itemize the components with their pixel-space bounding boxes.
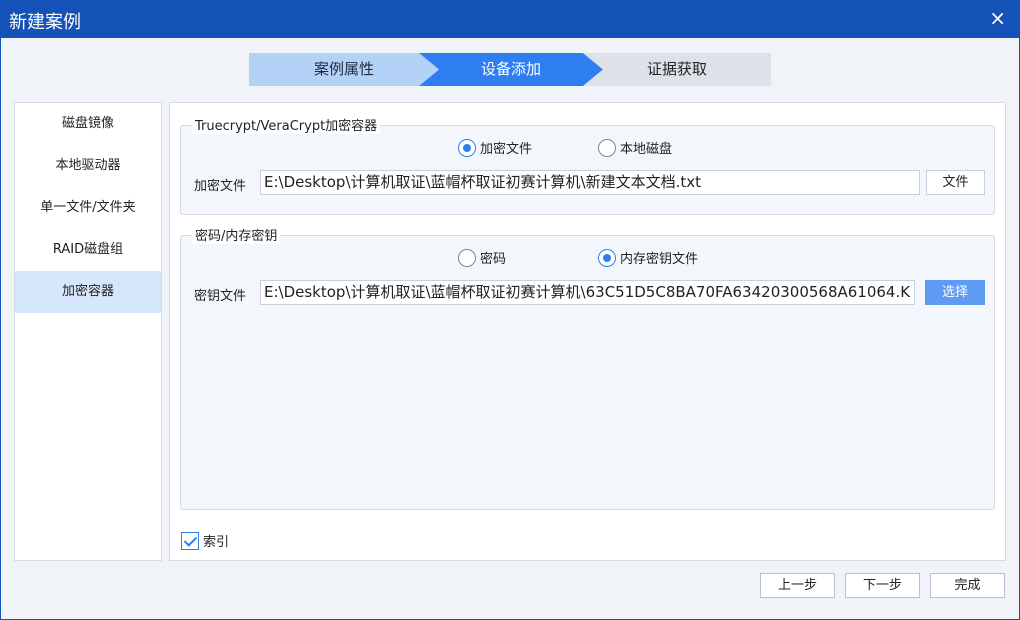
key-file-path-input[interactable]: E:\Desktop\计算机取证\蓝帽杯取证初赛计算机\63C51D5C8BA7… bbox=[260, 280, 915, 305]
sidebar-item-encrypted-container[interactable]: 加密容器 bbox=[15, 271, 161, 313]
window-title: 新建案例 bbox=[9, 12, 81, 33]
radio-local-disk[interactable]: 本地磁盘 bbox=[598, 138, 672, 157]
radio-password[interactable]: 密码 bbox=[458, 248, 506, 267]
source-type-sidebar: 磁盘镜像 本地驱动器 单一文件/文件夹 RAID磁盘组 加密容器 bbox=[14, 102, 162, 561]
radio-local-disk-label: 本地磁盘 bbox=[620, 142, 673, 157]
container-group-legend: Truecrypt/VeraCrypt加密容器 bbox=[192, 115, 381, 134]
radio-password-label: 密码 bbox=[480, 252, 507, 267]
key-file-label: 密钥文件 bbox=[194, 289, 247, 304]
sidebar-item-raid[interactable]: RAID磁盘组 bbox=[15, 229, 161, 271]
step-evidence-acquire: 证据获取 bbox=[583, 53, 771, 86]
radio-unchecked-icon bbox=[458, 248, 476, 267]
radio-unchecked-icon bbox=[598, 138, 616, 157]
key-group: 密码/内存密钥 bbox=[180, 225, 995, 510]
radio-encrypted-file-label: 加密文件 bbox=[480, 142, 533, 157]
encrypted-file-label: 加密文件 bbox=[194, 179, 247, 194]
checkmark-icon bbox=[181, 531, 199, 550]
index-checkbox[interactable]: 索引 bbox=[181, 531, 229, 550]
step-indicator: 案例属性 设备添加 证据获取 bbox=[249, 53, 771, 86]
sidebar-item-local-drive[interactable]: 本地驱动器 bbox=[15, 145, 161, 187]
key-group-legend: 密码/内存密钥 bbox=[192, 225, 281, 244]
select-key-file-button[interactable]: 选择 bbox=[925, 280, 985, 305]
close-icon[interactable]: × bbox=[989, 8, 1006, 28]
finish-button[interactable]: 完成 bbox=[930, 573, 1005, 598]
radio-checked-icon bbox=[598, 248, 616, 267]
radio-encrypted-file[interactable]: 加密文件 bbox=[458, 138, 532, 157]
index-checkbox-label: 索引 bbox=[203, 535, 230, 550]
radio-checked-icon bbox=[458, 138, 476, 157]
next-step-button[interactable]: 下一步 bbox=[845, 573, 920, 598]
title-bar: 新建案例 × bbox=[0, 0, 1020, 38]
browse-file-button[interactable]: 文件 bbox=[926, 170, 985, 195]
prev-step-button[interactable]: 上一步 bbox=[760, 573, 835, 598]
step-device-add: 设备添加 bbox=[419, 53, 603, 86]
sidebar-item-disk-image[interactable]: 磁盘镜像 bbox=[15, 103, 161, 145]
step-case-properties: 案例属性 bbox=[249, 53, 439, 86]
radio-memory-key-file[interactable]: 内存密钥文件 bbox=[598, 248, 698, 267]
encrypted-file-path-input[interactable]: E:\Desktop\计算机取证\蓝帽杯取证初赛计算机\新建文本文档.txt bbox=[260, 170, 920, 195]
radio-memory-key-file-label: 内存密钥文件 bbox=[620, 252, 699, 267]
sidebar-item-file-folder[interactable]: 单一文件/文件夹 bbox=[15, 187, 161, 229]
